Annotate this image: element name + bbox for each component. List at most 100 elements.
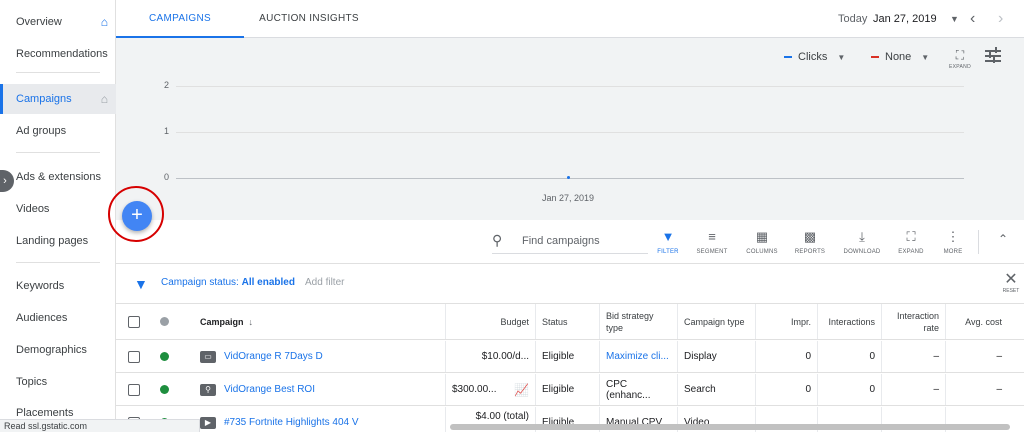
tool-label: REPORTS	[794, 249, 826, 255]
sidebar-item-label: Campaigns	[16, 93, 72, 105]
x-tick-label: Jan 27, 2019	[542, 193, 595, 203]
campaign-name-link[interactable]: #735 Fortnite Highlights 404 V	[224, 417, 359, 428]
sidebar-item-landing-pages[interactable]: Landing pages	[0, 227, 116, 255]
sidebar-item-videos[interactable]: Videos	[0, 195, 116, 223]
y-tick-label: 1	[164, 126, 170, 136]
home-icon: ⌂	[100, 15, 108, 29]
expand-icon: ⛶	[955, 48, 965, 62]
search-campaigns-field[interactable]: ⚲ Find campaigns	[492, 230, 648, 254]
column-header-interactions[interactable]: Interactions	[818, 304, 882, 339]
campaign-status-filter-chip[interactable]: Campaign status: All enabled	[161, 277, 295, 288]
sidebar-item-audiences[interactable]: Audiences	[0, 304, 116, 332]
tool-label: SEGMENT	[696, 249, 728, 255]
column-header-impr[interactable]: Impr.	[756, 304, 818, 339]
budget-cell[interactable]: $10.00/d...	[446, 341, 536, 372]
campaign-type-cell: Display	[678, 341, 756, 372]
download-button[interactable]: ⤓ DOWNLOAD	[840, 228, 884, 255]
previous-date-button[interactable]: ‹	[970, 0, 975, 38]
more-button[interactable]: ⋮ MORE	[931, 228, 975, 255]
interactions-cell: 0	[818, 341, 882, 372]
metric1-selector[interactable]: Clicks ▼	[784, 48, 845, 66]
status-cell	[152, 341, 176, 372]
campaign-name-link[interactable]: VidOrange R 7Days D	[224, 351, 323, 362]
budget-value: $300.00...	[452, 384, 497, 395]
select-all-checkbox[interactable]	[128, 315, 140, 328]
column-header-interaction-rate[interactable]: Interaction rate	[882, 304, 946, 339]
columns-icon: ▦	[755, 229, 769, 244]
filter-button[interactable]: ▼ FILTER	[646, 228, 690, 255]
table-row: ⚲ VidOrange Best ROI $300.00... 📈 Eligib…	[116, 374, 1024, 406]
row-checkbox[interactable]	[128, 383, 140, 396]
search-icon: ⚲	[492, 232, 503, 248]
date-prefix: Today	[838, 13, 868, 25]
sidebar-item-topics[interactable]: Topics	[0, 368, 116, 396]
header-label: Avg. cost	[965, 316, 1002, 327]
tab-auction-insights[interactable]: AUCTION INSIGHTS	[244, 0, 374, 38]
data-point-clicks[interactable]	[567, 176, 570, 179]
column-header-status[interactable]: Status	[536, 304, 600, 339]
enabled-status-icon[interactable]	[159, 385, 169, 394]
sidebar-item-label: Ad groups	[16, 125, 67, 137]
search-campaign-icon: ⚲	[200, 383, 216, 396]
tune-icon[interactable]	[984, 46, 1002, 64]
home-icon: ⌂	[100, 92, 108, 106]
sidebar-item-label: Topics	[16, 376, 48, 388]
date-dropdown-icon[interactable]: ▼	[950, 0, 959, 38]
sidebar-item-demographics[interactable]: Demographics	[0, 336, 116, 364]
column-header-budget[interactable]: Budget	[446, 304, 536, 339]
sidebar-item-overview[interactable]: Overview ⌂	[0, 8, 116, 36]
table-toolbar: ⚲ Find campaigns ▼ FILTER ≡ SEGMENT ▦ CO…	[116, 220, 1024, 264]
add-filter-link[interactable]: Add filter	[305, 277, 344, 288]
sidebar-item-keywords[interactable]: Keywords	[0, 272, 116, 300]
reset-filters-button[interactable]: ✕ RESET	[1000, 272, 1022, 295]
date-range-value[interactable]: Jan 27, 2019	[873, 0, 937, 38]
sidebar-item-label: Keywords	[16, 280, 65, 292]
budget-chart-icon[interactable]: 📈	[514, 383, 529, 397]
expand-button[interactable]: ⛶ EXPAND	[889, 228, 933, 255]
sidebar-item-label: Overview	[16, 16, 62, 28]
segment-icon: ≡	[708, 229, 716, 244]
interaction-rate-cell: –	[882, 374, 946, 405]
tool-label: EXPAND	[898, 249, 924, 255]
enabled-status-icon[interactable]	[159, 352, 169, 361]
campaign-name-cell: ⚲ VidOrange Best ROI	[192, 374, 446, 405]
performance-chart: Clicks ▼ None ▼ ⛶ EXPAND 2 1 0 Jan 27, 201…	[116, 38, 1024, 220]
search-placeholder: Find campaigns	[522, 235, 600, 247]
x-axis-line	[176, 178, 964, 179]
avg-cost-cell: –	[996, 351, 1002, 362]
columns-button[interactable]: ▦ COLUMNS	[740, 228, 784, 255]
expand-label: EXPAND	[949, 64, 971, 70]
sidebar-item-recommendations[interactable]: Recommendations	[0, 40, 116, 68]
row-checkbox-cell	[116, 341, 152, 372]
sidebar-item-label: Demographics	[16, 344, 87, 356]
budget-cell[interactable]: $300.00... 📈	[446, 374, 536, 405]
campaign-type-cell: Search	[678, 374, 756, 405]
column-header-avg-cost[interactable]: Avg. cost	[946, 304, 1008, 339]
chart-expand-button[interactable]: ⛶ EXPAND	[945, 46, 975, 70]
header-label: Status	[542, 316, 568, 327]
more-vert-icon: ⋮	[946, 229, 960, 244]
column-header-bid-strategy[interactable]: Bid strategy type	[600, 304, 678, 339]
segment-button[interactable]: ≡ SEGMENT	[690, 228, 734, 255]
sidebar-item-ads-extensions[interactable]: Ads & extensions	[0, 163, 116, 191]
expand-icon: ⛶	[906, 229, 916, 244]
column-header-campaign[interactable]: Campaign ↓	[192, 304, 446, 339]
row-checkbox[interactable]	[128, 350, 140, 363]
sidebar-item-label: Audiences	[16, 312, 68, 324]
bid-strategy-link[interactable]: Maximize cli...	[606, 351, 669, 362]
reports-button[interactable]: ▩ REPORTS	[788, 228, 832, 255]
sidebar: Overview ⌂ Recommendations Campaigns ⌂ A…	[0, 0, 116, 432]
tab-campaigns[interactable]: CAMPAIGNS	[116, 0, 244, 38]
column-header-campaign-type[interactable]: Campaign type	[678, 304, 756, 339]
sidebar-item-campaigns[interactable]: Campaigns ⌂	[0, 84, 116, 114]
horizontal-scrollbar[interactable]	[450, 424, 1010, 430]
impr-cell: 0	[756, 374, 818, 405]
metric2-color-icon	[871, 56, 879, 59]
metric2-selector[interactable]: None ▼	[871, 48, 929, 66]
collapse-toolbar-icon[interactable]: ⌃	[998, 232, 1008, 246]
next-date-button[interactable]: ›	[998, 0, 1003, 38]
status-dot-icon	[159, 317, 169, 326]
campaign-name-link[interactable]: VidOrange Best ROI	[224, 384, 315, 395]
sidebar-item-ad-groups[interactable]: Ad groups	[0, 117, 116, 145]
header-label: Impr.	[790, 316, 811, 327]
